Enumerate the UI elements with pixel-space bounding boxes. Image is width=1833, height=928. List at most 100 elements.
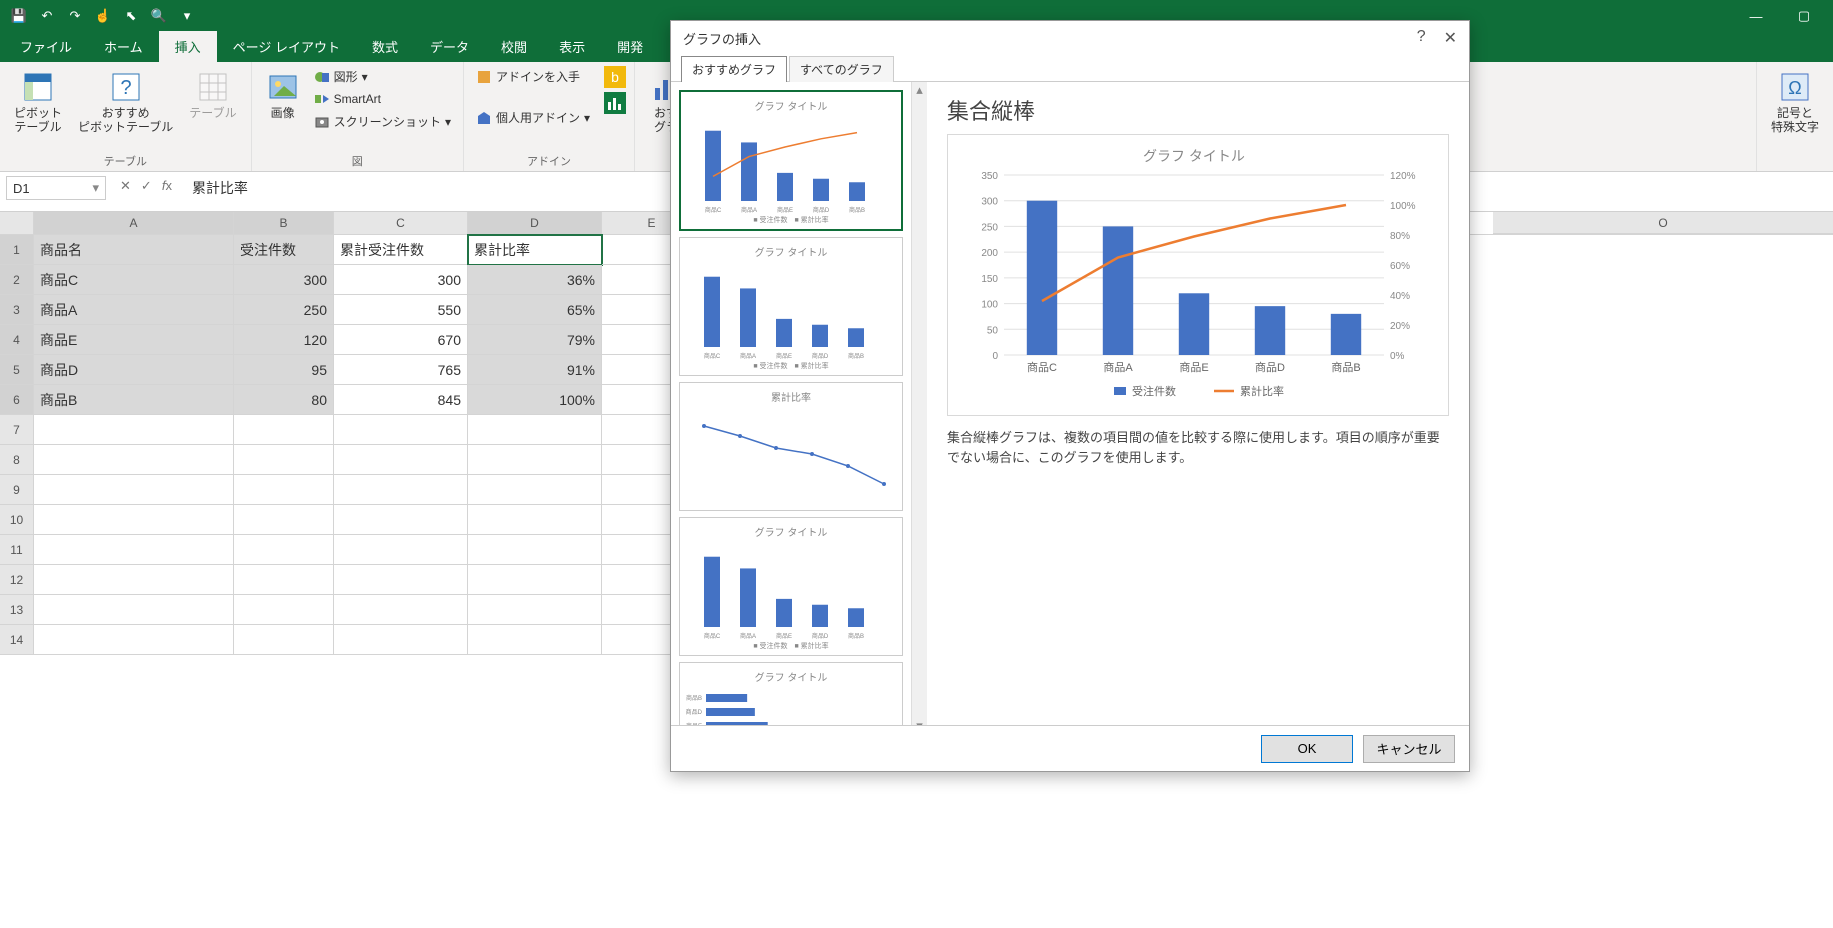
cell-A10[interactable]	[34, 505, 234, 535]
print-preview-icon[interactable]: 🔍	[146, 3, 172, 29]
cell-C13[interactable]	[334, 595, 468, 625]
tab-insert[interactable]: 挿入	[159, 31, 217, 62]
my-addins-button[interactable]: 個人用アドイン▾	[472, 107, 594, 128]
cell-C12[interactable]	[334, 565, 468, 595]
undo-icon[interactable]: ↶	[34, 3, 60, 29]
tab-recommended-charts[interactable]: おすすめグラフ	[681, 56, 787, 82]
cell-A5[interactable]: 商品D	[34, 355, 234, 385]
row-header-3[interactable]: 3	[0, 295, 34, 325]
bing-maps-icon[interactable]: b	[604, 66, 626, 88]
cell-C11[interactable]	[334, 535, 468, 565]
pictures-button[interactable]: 画像	[260, 66, 306, 151]
cell-A7[interactable]	[34, 415, 234, 445]
column-header-b[interactable]: B	[234, 212, 334, 234]
cell-B4[interactable]: 120	[234, 325, 334, 355]
enter-formula-icon[interactable]: ✓	[141, 178, 152, 194]
column-header-d[interactable]: D	[468, 212, 602, 234]
cell-A4[interactable]: 商品E	[34, 325, 234, 355]
cell-B11[interactable]	[234, 535, 334, 565]
tab-home[interactable]: ホーム	[88, 31, 159, 62]
cell-C7[interactable]	[334, 415, 468, 445]
row-header-12[interactable]: 12	[0, 565, 34, 595]
ok-button[interactable]: OK	[1261, 735, 1353, 763]
cell-D8[interactable]	[468, 445, 602, 475]
tab-pagelayout[interactable]: ページ レイアウト	[217, 31, 356, 62]
row-header-1[interactable]: 1	[0, 235, 34, 265]
cell-A8[interactable]	[34, 445, 234, 475]
select-all-corner[interactable]	[0, 212, 34, 234]
cell-C9[interactable]	[334, 475, 468, 505]
cell-A11[interactable]	[34, 535, 234, 565]
thumbnail-scrollbar[interactable]: ▴ ▾	[911, 82, 927, 725]
tab-view[interactable]: 表示	[543, 31, 601, 62]
cell-A1[interactable]: 商品名	[34, 235, 234, 265]
table-button[interactable]: テーブル	[183, 66, 242, 151]
chart-thumbnail-0[interactable]: グラフ タイトル 商品C商品A商品E商品D商品B ■ 受注件数 ■ 累計比率	[679, 90, 903, 231]
column-header-a[interactable]: A	[34, 212, 234, 234]
cell-A12[interactable]	[34, 565, 234, 595]
redo-icon[interactable]: ↷	[62, 3, 88, 29]
cell-C3[interactable]: 550	[334, 295, 468, 325]
cell-C4[interactable]: 670	[334, 325, 468, 355]
cell-C1[interactable]: 累計受注件数	[334, 235, 468, 265]
row-header-6[interactable]: 6	[0, 385, 34, 415]
help-icon[interactable]: ?	[1417, 28, 1426, 48]
row-header-10[interactable]: 10	[0, 505, 34, 535]
row-header-4[interactable]: 4	[0, 325, 34, 355]
cancel-formula-icon[interactable]: ✕	[120, 178, 131, 194]
cell-D13[interactable]	[468, 595, 602, 625]
cell-B12[interactable]	[234, 565, 334, 595]
minimize-icon[interactable]: —	[1733, 0, 1779, 32]
cell-A3[interactable]: 商品A	[34, 295, 234, 325]
get-addins-button[interactable]: アドインを入手	[472, 66, 594, 87]
cell-D5[interactable]: 91%	[468, 355, 602, 385]
cell-B6[interactable]: 80	[234, 385, 334, 415]
chart-thumbnail-4[interactable]: グラフ タイトル 商品B商品D商品E商品A商品C	[679, 662, 903, 725]
cell-B2[interactable]: 300	[234, 265, 334, 295]
cell-D10[interactable]	[468, 505, 602, 535]
cell-D1[interactable]: 累計比率	[468, 235, 602, 265]
chart-thumbnail-list[interactable]: グラフ タイトル 商品C商品A商品E商品D商品B ■ 受注件数 ■ 累計比率 グ…	[671, 82, 911, 725]
cell-A13[interactable]	[34, 595, 234, 625]
touch-mode-icon[interactable]: ☝	[90, 3, 116, 29]
cell-D14[interactable]	[468, 625, 602, 655]
people-graph-icon[interactable]	[604, 92, 626, 114]
symbol-button[interactable]: Ω 記号と 特殊文字	[1765, 66, 1825, 169]
row-header-5[interactable]: 5	[0, 355, 34, 385]
cell-C10[interactable]	[334, 505, 468, 535]
cell-C2[interactable]: 300	[334, 265, 468, 295]
cell-C8[interactable]	[334, 445, 468, 475]
tab-all-charts[interactable]: すべてのグラフ	[789, 56, 894, 82]
tab-developer[interactable]: 開発	[601, 31, 659, 62]
tab-file[interactable]: ファイル	[4, 31, 88, 62]
row-header-2[interactable]: 2	[0, 265, 34, 295]
cell-A9[interactable]	[34, 475, 234, 505]
tab-data[interactable]: データ	[414, 31, 485, 62]
cell-D6[interactable]: 100%	[468, 385, 602, 415]
screenshot-button[interactable]: スクリーンショット▾	[310, 111, 455, 132]
chart-thumbnail-1[interactable]: グラフ タイトル 商品C商品A商品E商品D商品B ■ 受注件数 ■ 累計比率	[679, 237, 903, 376]
maximize-icon[interactable]: ▢	[1781, 0, 1827, 32]
cell-A6[interactable]: 商品B	[34, 385, 234, 415]
cell-A14[interactable]	[34, 625, 234, 655]
tab-formulas[interactable]: 数式	[356, 31, 414, 62]
cell-B8[interactable]	[234, 445, 334, 475]
cell-C5[interactable]: 765	[334, 355, 468, 385]
row-header-11[interactable]: 11	[0, 535, 34, 565]
cancel-button[interactable]: キャンセル	[1363, 735, 1455, 763]
cell-B9[interactable]	[234, 475, 334, 505]
name-box[interactable]: D1 ▾	[6, 176, 106, 200]
row-header-14[interactable]: 14	[0, 625, 34, 655]
shapes-button[interactable]: 図形▾	[310, 66, 455, 87]
smartart-button[interactable]: SmartArt	[310, 89, 455, 109]
cell-B5[interactable]: 95	[234, 355, 334, 385]
column-header-o[interactable]: O	[1493, 212, 1833, 234]
cell-B14[interactable]	[234, 625, 334, 655]
cell-B1[interactable]: 受注件数	[234, 235, 334, 265]
row-header-8[interactable]: 8	[0, 445, 34, 475]
recommended-pivot-button[interactable]: ? おすすめ ピボットテーブル	[72, 66, 179, 151]
close-icon[interactable]: ✕	[1444, 28, 1457, 48]
pivot-table-button[interactable]: ピボット テーブル	[8, 66, 68, 151]
cell-B10[interactable]	[234, 505, 334, 535]
cell-D7[interactable]	[468, 415, 602, 445]
